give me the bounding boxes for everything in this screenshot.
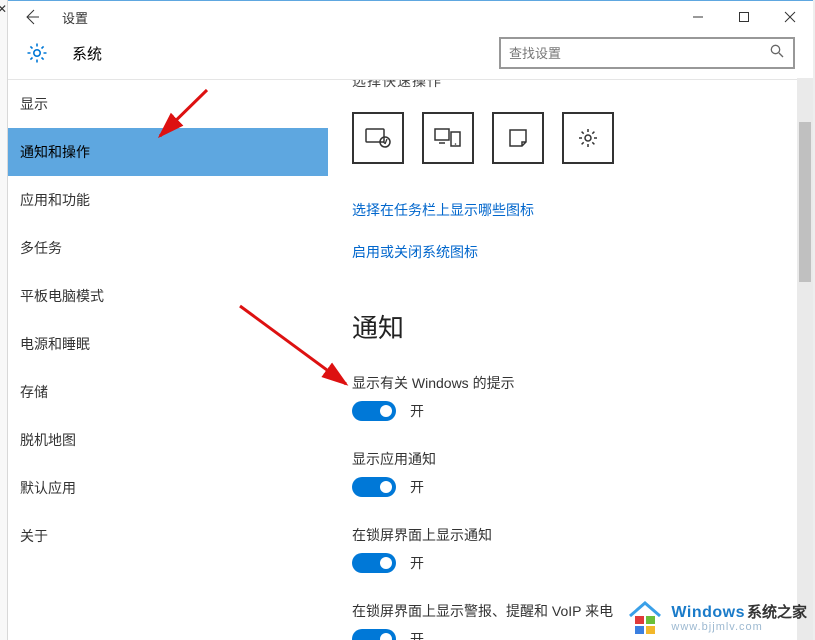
gear-icon[interactable] bbox=[26, 42, 48, 64]
house-icon bbox=[625, 598, 665, 636]
qa-tile-tablet[interactable] bbox=[352, 112, 404, 164]
sidebar-item-about[interactable]: 关于 bbox=[8, 512, 328, 560]
sidebar-item-label: 关于 bbox=[20, 526, 48, 546]
sidebar-item-apps[interactable]: 应用和功能 bbox=[8, 176, 328, 224]
sidebar-item-label: 通知和操作 bbox=[20, 142, 90, 162]
titlebar: 设置 bbox=[8, 1, 813, 33]
link-system-icons[interactable]: 启用或关闭系统图标 bbox=[352, 242, 789, 262]
qa-tile-project[interactable] bbox=[422, 112, 474, 164]
header-bar: 系统 bbox=[8, 33, 813, 79]
toggle-state: 开 bbox=[410, 401, 424, 421]
quick-actions-heading: 选择快速操作 bbox=[352, 80, 442, 88]
quick-actions-row bbox=[352, 112, 789, 164]
sidebar-item-label: 电源和睡眠 bbox=[20, 334, 90, 354]
sidebar-item-tablet[interactable]: 平板电脑模式 bbox=[8, 272, 328, 320]
search-container bbox=[499, 37, 795, 69]
toggle-knob bbox=[380, 481, 392, 493]
link-taskbar-icons[interactable]: 选择在任务栏上显示哪些图标 bbox=[352, 200, 789, 220]
maximize-button[interactable] bbox=[721, 1, 767, 33]
sidebar: 显示 通知和操作 应用和功能 多任务 平板电脑模式 电源和睡眠 存储 脱机地图 … bbox=[8, 80, 328, 640]
page-title: 系统 bbox=[72, 43, 102, 64]
setting-label: 在锁屏界面上显示通知 bbox=[352, 525, 789, 545]
toggle-knob bbox=[380, 633, 392, 640]
watermark-url: www.bjjmlv.com bbox=[671, 622, 807, 633]
toggle-knob bbox=[380, 405, 392, 417]
toggle-state: 开 bbox=[410, 629, 424, 640]
watermark-brand: Windows bbox=[671, 604, 745, 622]
sidebar-item-display[interactable]: 显示 bbox=[8, 80, 328, 128]
qa-tile-settings[interactable] bbox=[562, 112, 614, 164]
section-title-notifications: 通知 bbox=[352, 308, 789, 345]
scrollbar-thumb[interactable] bbox=[799, 122, 811, 282]
toggle-state: 开 bbox=[410, 477, 424, 497]
vertical-scrollbar[interactable] bbox=[797, 78, 813, 640]
back-button[interactable] bbox=[18, 7, 46, 27]
setting-windows-tips: 显示有关 Windows 的提示 开 bbox=[352, 373, 789, 421]
sidebar-item-label: 脱机地图 bbox=[20, 430, 76, 450]
window-controls bbox=[675, 1, 813, 33]
toggle-app-notifications[interactable] bbox=[352, 477, 396, 497]
sidebar-item-label: 平板电脑模式 bbox=[20, 286, 104, 306]
search-box[interactable] bbox=[499, 37, 795, 69]
body: 显示 通知和操作 应用和功能 多任务 平板电脑模式 电源和睡眠 存储 脱机地图 … bbox=[8, 79, 813, 640]
sidebar-item-power[interactable]: 电源和睡眠 bbox=[8, 320, 328, 368]
sidebar-item-default-apps[interactable]: 默认应用 bbox=[8, 464, 328, 512]
sidebar-item-label: 默认应用 bbox=[20, 478, 76, 498]
sidebar-item-offline-maps[interactable]: 脱机地图 bbox=[8, 416, 328, 464]
close-icon: ✕ bbox=[0, 2, 7, 16]
settings-window: 设置 系统 bbox=[8, 0, 813, 640]
background-sliver: ✕ bbox=[0, 0, 8, 640]
link-group: 选择在任务栏上显示哪些图标 启用或关闭系统图标 bbox=[352, 200, 789, 262]
sidebar-item-storage[interactable]: 存储 bbox=[8, 368, 328, 416]
search-icon[interactable] bbox=[769, 43, 785, 64]
minimize-button[interactable] bbox=[675, 1, 721, 33]
sidebar-item-notifications[interactable]: 通知和操作 bbox=[8, 128, 328, 176]
search-input[interactable] bbox=[509, 46, 769, 61]
toggle-windows-tips[interactable] bbox=[352, 401, 396, 421]
toggle-lockscreen-notifications[interactable] bbox=[352, 553, 396, 573]
setting-label: 显示有关 Windows 的提示 bbox=[352, 373, 789, 393]
qa-tile-note[interactable] bbox=[492, 112, 544, 164]
content-pane: 选择快速操作 选择在任务栏上显示哪些图标 启用或关闭系统图标 bbox=[328, 80, 813, 640]
toggle-state: 开 bbox=[410, 553, 424, 573]
close-button[interactable] bbox=[767, 1, 813, 33]
toggle-knob bbox=[380, 557, 392, 569]
sidebar-item-label: 应用和功能 bbox=[20, 190, 90, 210]
sidebar-item-label: 存储 bbox=[20, 382, 48, 402]
watermark: Windows 系统之家 www.bjjmlv.com bbox=[625, 598, 807, 636]
cutoff-top: 选择快速操作 bbox=[352, 80, 789, 88]
setting-app-notifications: 显示应用通知 开 bbox=[352, 449, 789, 497]
setting-lockscreen-notifications: 在锁屏界面上显示通知 开 bbox=[352, 525, 789, 573]
window-title: 设置 bbox=[62, 8, 88, 27]
sidebar-item-multitask[interactable]: 多任务 bbox=[8, 224, 328, 272]
watermark-brand-cn: 系统之家 bbox=[747, 601, 807, 622]
sidebar-item-label: 显示 bbox=[20, 94, 48, 114]
sidebar-item-label: 多任务 bbox=[20, 238, 62, 258]
setting-label: 显示应用通知 bbox=[352, 449, 789, 469]
toggle-lockscreen-alerts[interactable] bbox=[352, 629, 396, 640]
